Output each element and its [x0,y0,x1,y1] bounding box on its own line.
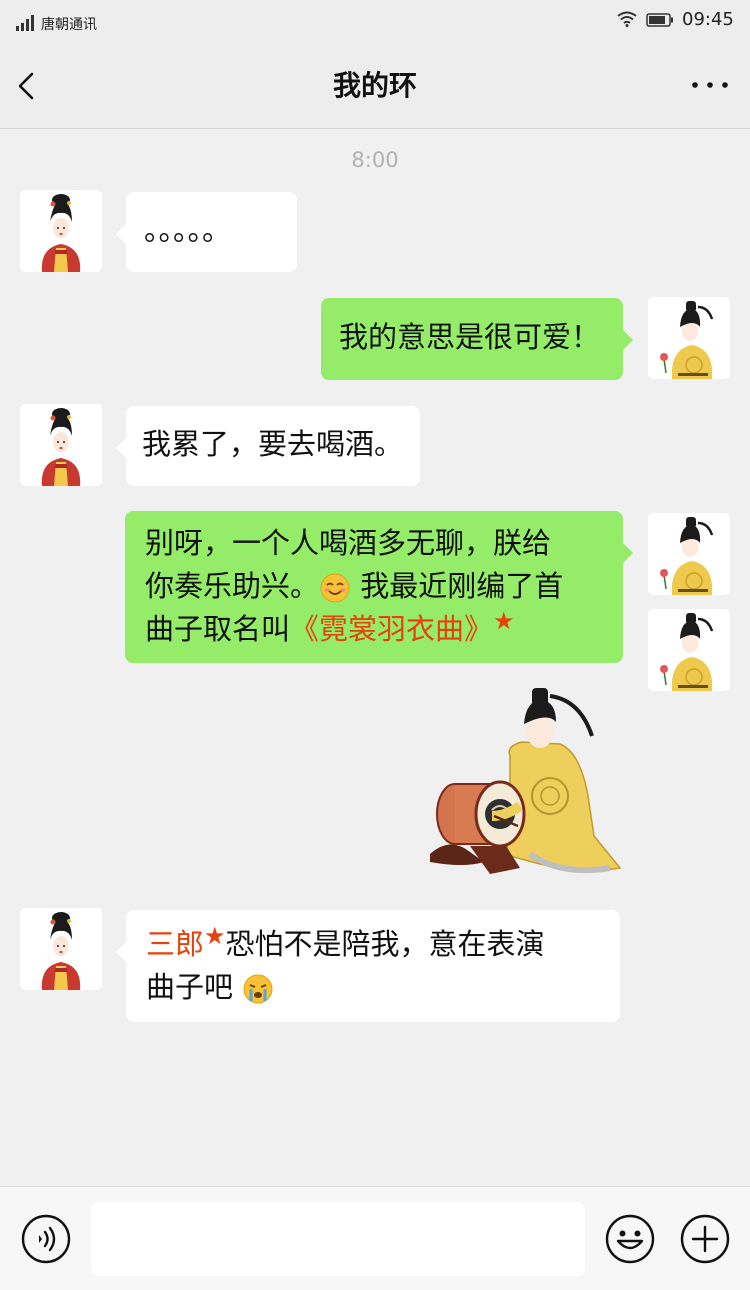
emperor-avatar[interactable] [648,513,730,595]
message-line: 别呀，一个人喝酒多无聊，朕给 [145,526,552,560]
signal-icon [16,15,34,31]
star-mark: ★ [493,607,515,635]
emperor-avatar[interactable] [648,609,730,691]
message-bubble[interactable]: 三郎★恐怕不是陪我，意在表演 曲子吧 [116,910,620,1022]
message-input[interactable] [91,1202,585,1276]
message-text: 我累了，要去喝酒。 [142,427,404,461]
message-text: 我的意思是很可爱！ [339,320,601,354]
consort-avatar[interactable] [20,908,102,990]
emperor-avatar[interactable] [648,297,730,379]
message-line: 曲子吧 [146,966,600,1009]
blush-smile-emoji-icon [320,573,350,603]
emoji-icon[interactable] [604,1213,656,1265]
message-timestamp: 8:00 [351,148,399,172]
emperor-portrait-icon [648,513,730,595]
message-line: 三郎★恐怕不是陪我，意在表演 [146,922,545,961]
voice-icon[interactable] [20,1213,72,1265]
consort-avatar[interactable] [20,190,102,272]
message-bubble[interactable]: 别呀，一个人喝酒多无聊，朕给 你奏乐助兴。 我最近刚编了首 曲子取名叫《霓裳羽衣… [125,511,633,663]
battery-icon [646,13,673,27]
emperor-portrait-icon [648,609,730,691]
plus-icon[interactable] [679,1213,731,1265]
status-bar: 唐朝通讯 09:45 [0,0,750,44]
message-bubble[interactable]: 。。。。。 [116,192,297,272]
emperor-portrait-icon [648,297,730,379]
song-title-link[interactable]: 《霓裳羽衣曲》 [290,612,493,646]
consort-portrait-icon [20,190,102,272]
more-options-icon[interactable] [688,72,732,98]
chat-title: 我的环 [332,69,417,102]
consort-portrait-icon [20,908,102,990]
crying-emoji-icon [243,974,273,1004]
message-text: 。。。。。 [144,213,232,247]
consort-avatar[interactable] [20,404,102,486]
input-bar [0,1186,750,1290]
chat-header: 我的环 [0,44,750,129]
star-mark: ★ [204,922,226,950]
message-bubble[interactable]: 我累了，要去喝酒。 [116,406,420,486]
name-mention[interactable]: 三郎 [146,927,204,961]
emperor-playing-drum-sticker[interactable] [410,686,622,886]
carrier-label: 唐朝通讯 [41,17,97,33]
clock: 09:45 [682,9,734,30]
consort-portrait-icon [20,404,102,486]
message-line: 曲子取名叫《霓裳羽衣曲》★ [145,607,515,646]
message-bubble[interactable]: 我的意思是很可爱！ [321,298,633,380]
wifi-icon [617,11,637,27]
message-line: 你奏乐助兴。 我最近刚编了首 [145,569,564,603]
